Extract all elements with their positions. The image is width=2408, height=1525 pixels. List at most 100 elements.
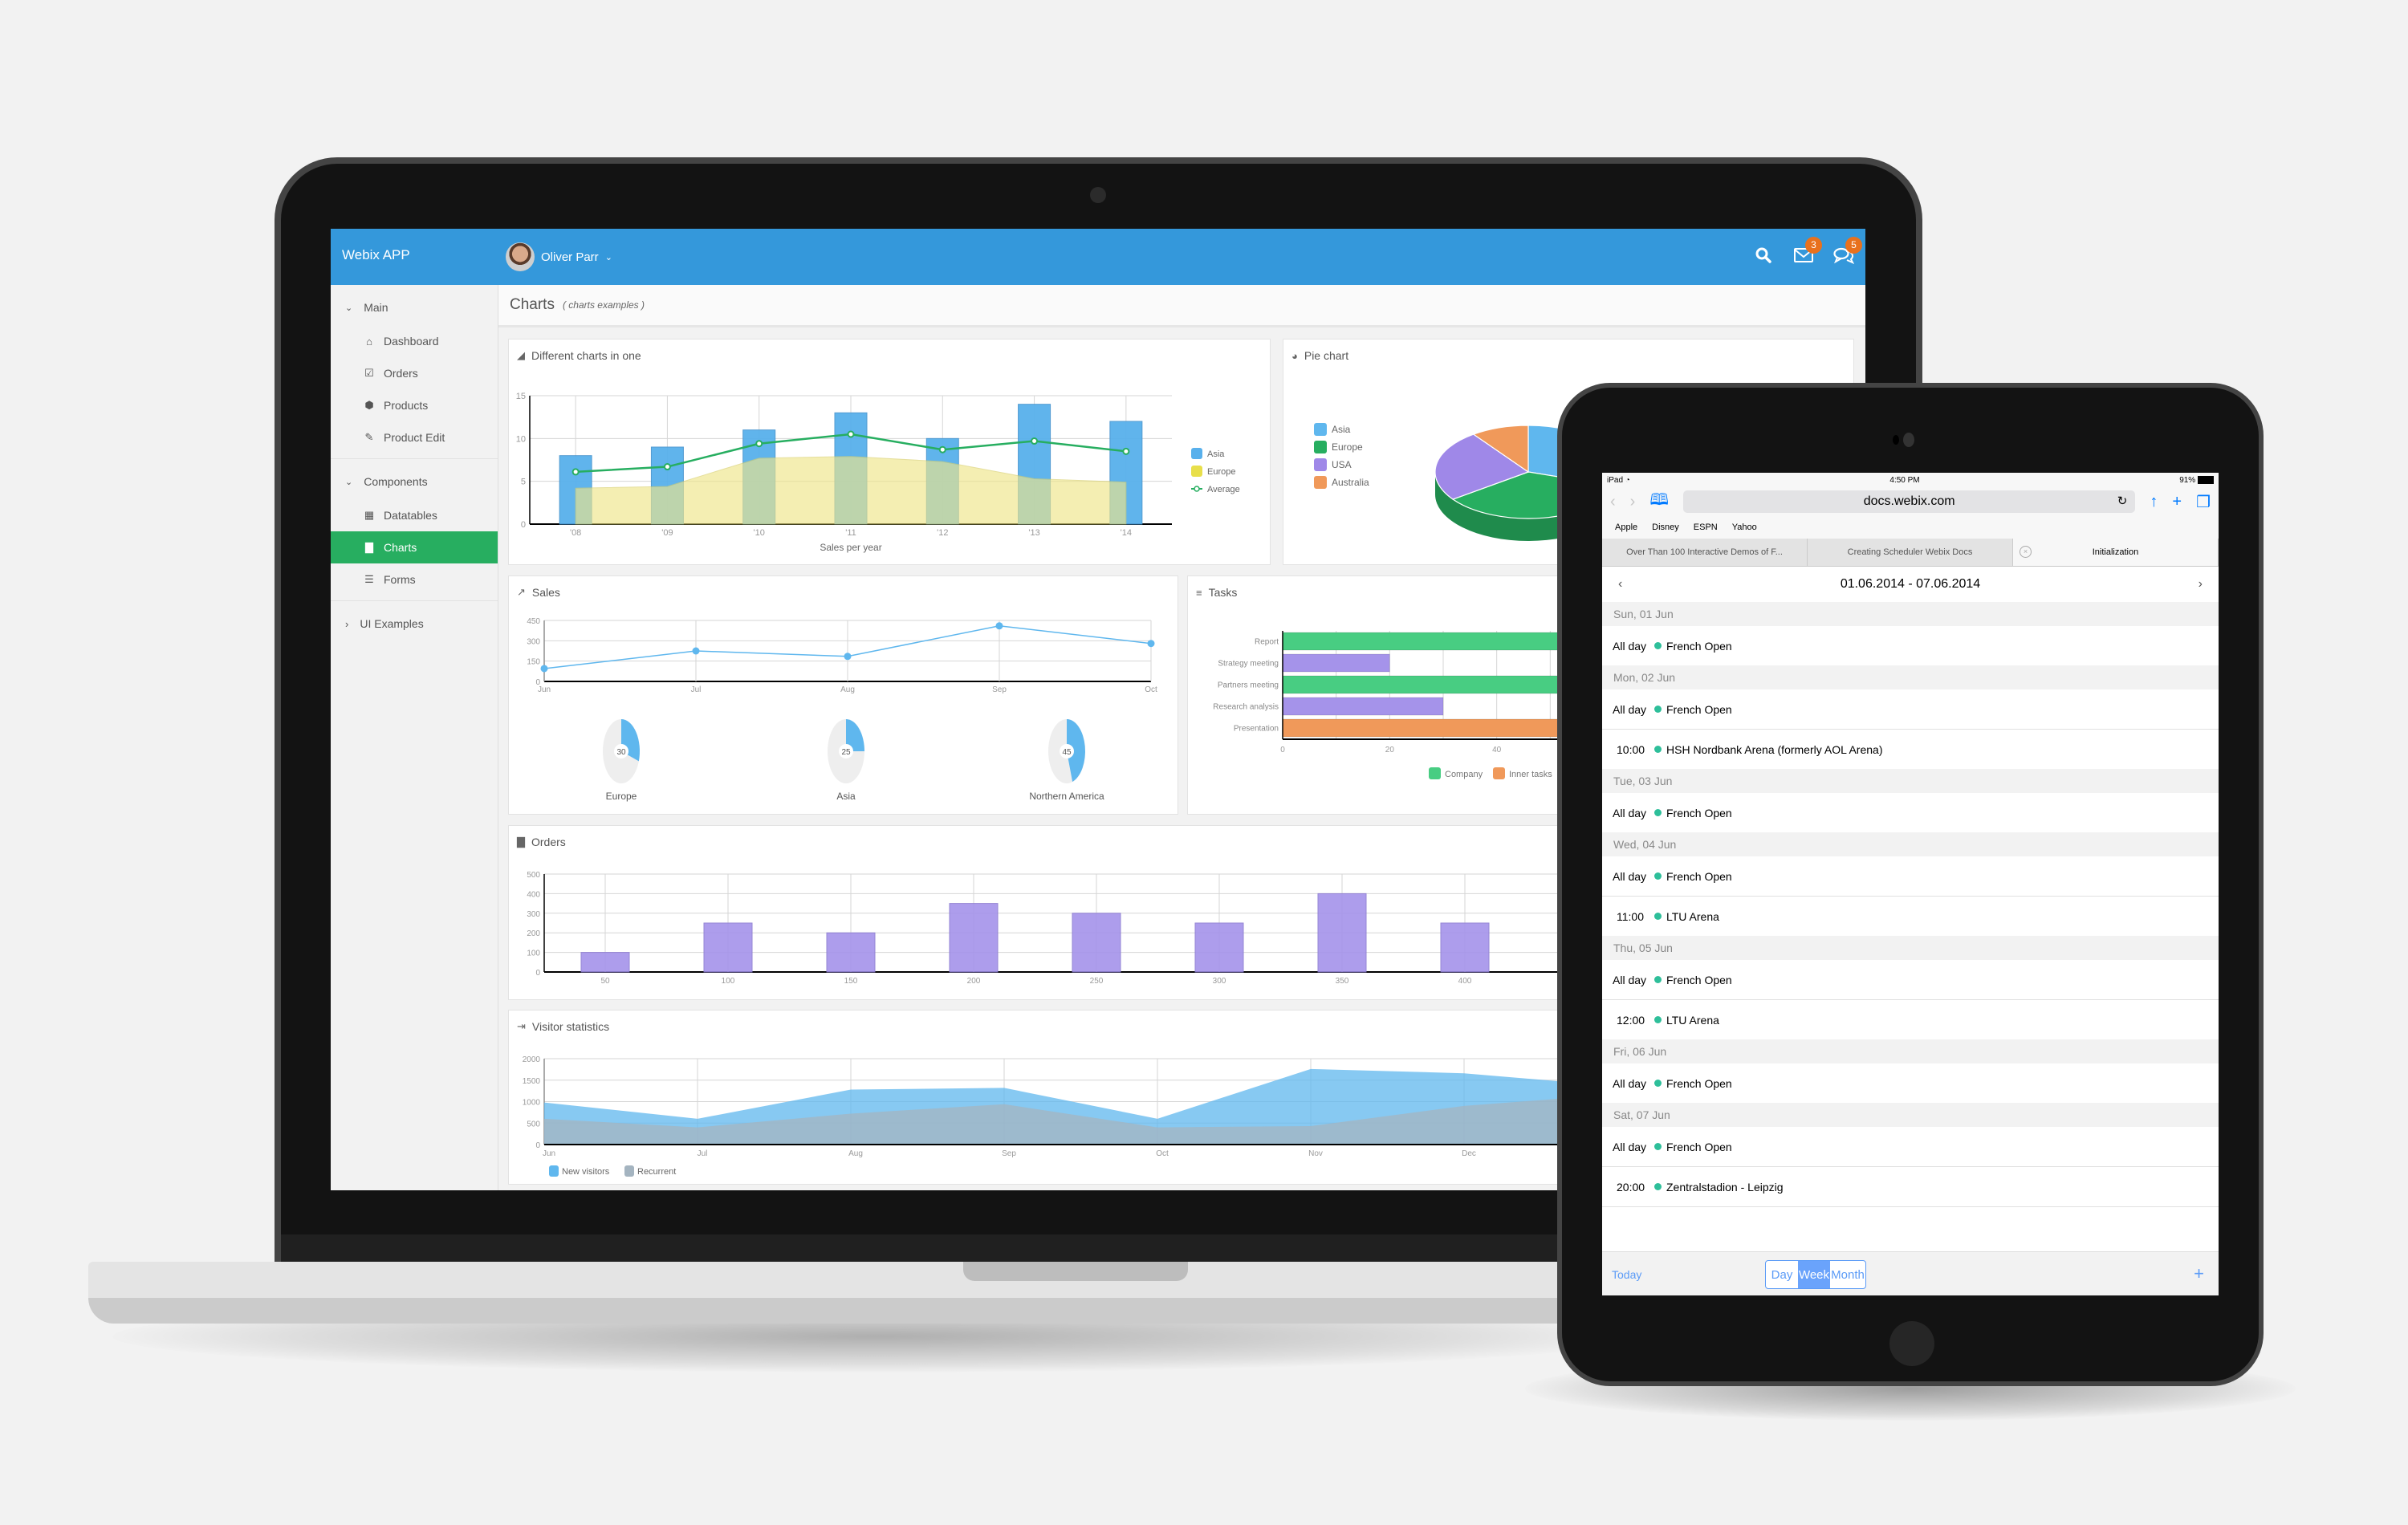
home-icon: ⌂ bbox=[366, 335, 372, 348]
card-title-text: Different charts in one bbox=[531, 349, 641, 362]
sidebar-item-charts[interactable]: ▇ Charts bbox=[331, 531, 498, 563]
event-item[interactable]: 12:00 LTU Arena bbox=[1602, 1000, 2219, 1039]
legend-swatch bbox=[624, 1165, 634, 1177]
sales-point bbox=[844, 653, 852, 661]
sidebar-group-components[interactable]: ⌄ Components bbox=[331, 464, 498, 499]
mail-button[interactable]: 3 bbox=[1793, 237, 1822, 266]
task-bar bbox=[1282, 697, 1444, 716]
sidebar-item-label: Orders bbox=[384, 367, 418, 380]
scheduler-list: Sun, 01 Jun All day French Open Mon, 02 Jun… bbox=[1602, 602, 2219, 1207]
form-icon: ☰ bbox=[364, 573, 374, 585]
forward-icon[interactable]: › bbox=[1630, 493, 1636, 511]
tab-label: Initialization bbox=[2092, 547, 2139, 557]
x-tick-label: 100 bbox=[722, 977, 735, 986]
view-week-button[interactable]: Week bbox=[1798, 1261, 1830, 1288]
view-month-button[interactable]: Month bbox=[1830, 1261, 1865, 1288]
event-time: All day bbox=[1613, 1140, 1647, 1153]
cube-icon: ⬢ bbox=[364, 399, 374, 411]
app-header: Webix APP Oliver Parr ⌄ 3 5 bbox=[331, 229, 1865, 285]
divider bbox=[331, 458, 498, 459]
sales-point bbox=[692, 647, 700, 655]
event-dot-icon bbox=[1654, 642, 1662, 649]
prev-week-icon[interactable]: ‹ bbox=[1618, 577, 1622, 592]
today-button[interactable]: Today bbox=[1612, 1268, 1641, 1281]
event-title: LTU Arena bbox=[1666, 909, 1719, 923]
x-tick-label: '12 bbox=[937, 528, 948, 538]
y-tick-label: 300 bbox=[527, 637, 540, 646]
point-average bbox=[1031, 437, 1039, 445]
user-menu[interactable]: Oliver Parr ⌄ bbox=[506, 242, 612, 271]
event-item[interactable]: 11:00 LTU Arena bbox=[1602, 897, 2219, 936]
x-tick-label: '08 bbox=[570, 528, 581, 538]
x-tick-label: 300 bbox=[1213, 977, 1226, 986]
sidebar-item-label: Datatables bbox=[384, 509, 437, 522]
laptop-notch bbox=[963, 1262, 1188, 1281]
x-tick-label: 250 bbox=[1090, 977, 1104, 986]
legend-marker bbox=[1194, 486, 1200, 492]
x-tick-label: 0 bbox=[1280, 746, 1285, 754]
app-title[interactable]: Webix APP bbox=[342, 247, 410, 263]
sidebar-item-datatables[interactable]: ▦ Datatables bbox=[331, 499, 498, 531]
view-day-button[interactable]: Day bbox=[1766, 1261, 1798, 1288]
status-bar: iPad ◔ 4:50 PM 91% bbox=[1602, 473, 2219, 487]
event-time: All day bbox=[1613, 973, 1647, 986]
home-button[interactable] bbox=[1889, 1321, 1934, 1366]
x-tick-label: 40 bbox=[1492, 746, 1502, 754]
sidebar-item-products[interactable]: ⬢ Products bbox=[331, 389, 498, 421]
event-item[interactable]: All day French Open bbox=[1602, 793, 2219, 832]
chat-button[interactable]: 5 bbox=[1833, 237, 1862, 266]
event-item[interactable]: All day French Open bbox=[1602, 1127, 2219, 1167]
y-tick-label: 0 bbox=[535, 969, 540, 978]
sidebar-item-product-edit[interactable]: ✎ Product Edit bbox=[331, 421, 498, 453]
event-item[interactable]: All day French Open bbox=[1602, 1063, 2219, 1103]
clock: 4:50 PM bbox=[1889, 475, 1920, 485]
sidebar-item-label: Forms bbox=[384, 573, 416, 586]
sidebar-group-main[interactable]: ⌄ Main bbox=[331, 290, 498, 325]
event-item[interactable]: All day French Open bbox=[1602, 689, 2219, 730]
y-tick-label: 450 bbox=[527, 617, 540, 626]
next-week-icon[interactable]: › bbox=[2199, 577, 2203, 592]
search-button[interactable] bbox=[1753, 245, 1774, 266]
bookmarks-icon[interactable]: 🕮 bbox=[1649, 488, 1669, 515]
date-range: 01.06.2014 - 07.06.2014 bbox=[1840, 577, 1981, 591]
sidebar-item-orders[interactable]: ☑ Orders bbox=[331, 357, 498, 389]
tabs-icon[interactable]: ❐ bbox=[2196, 492, 2211, 512]
event-item[interactable]: 20:00 Zentralstadion - Leipzig bbox=[1602, 1167, 2219, 1207]
event-item[interactable]: 10:00 HSH Nordbank Arena (formerly AOL Ar… bbox=[1602, 730, 2219, 769]
user-name: Oliver Parr bbox=[541, 250, 599, 264]
webcam-icon bbox=[1090, 187, 1106, 203]
close-tab-icon[interactable]: × bbox=[2020, 546, 2032, 558]
y-tick-label: Strategy meeting bbox=[1218, 660, 1279, 669]
header-actions: 3 5 bbox=[1753, 237, 1862, 266]
sidebar-group-ui-examples[interactable]: › UI Examples bbox=[331, 606, 498, 641]
browser-tab-active[interactable]: × Initialization bbox=[2013, 539, 2219, 566]
donut-center-label: 25 bbox=[841, 748, 851, 757]
order-bar bbox=[580, 952, 630, 973]
y-tick-label: 5 bbox=[521, 478, 526, 487]
sidebar-item-dashboard[interactable]: ⌂ Dashboard bbox=[331, 325, 498, 357]
bookmark-yahoo[interactable]: Yahoo bbox=[1732, 523, 1757, 532]
bookmarks-bar: Apple Disney ESPN Yahoo bbox=[1602, 516, 2219, 539]
area-chart-icon: ◢ bbox=[517, 349, 525, 361]
bookmark-apple[interactable]: Apple bbox=[1615, 523, 1637, 532]
point-average bbox=[847, 430, 855, 438]
browser-tab[interactable]: Creating Scheduler Webix Docs bbox=[1808, 539, 2013, 566]
back-icon[interactable]: ‹ bbox=[1610, 493, 1616, 511]
event-item[interactable]: All day French Open bbox=[1602, 856, 2219, 897]
event-item[interactable]: All day French Open bbox=[1602, 626, 2219, 665]
url-field[interactable]: docs.webix.com ↻ bbox=[1682, 490, 2136, 513]
sidebar-item-forms[interactable]: ☰ Forms bbox=[331, 563, 498, 596]
bookmark-espn[interactable]: ESPN bbox=[1694, 523, 1718, 532]
add-event-button[interactable]: + bbox=[2194, 1263, 2204, 1284]
legend-label: New visitors bbox=[562, 1167, 610, 1177]
browser-tab[interactable]: Over Than 100 Interactive Demos of F... bbox=[1602, 539, 1808, 566]
reload-icon[interactable]: ↻ bbox=[2117, 494, 2128, 508]
share-icon[interactable]: ↑ bbox=[2150, 493, 2158, 511]
view-switcher: Day Week Month bbox=[1765, 1260, 1866, 1289]
new-tab-icon[interactable]: + bbox=[2172, 493, 2182, 511]
y-tick-label: Research analysis bbox=[1213, 703, 1279, 712]
event-item[interactable]: All day French Open bbox=[1602, 960, 2219, 1000]
bookmark-disney[interactable]: Disney bbox=[1652, 523, 1679, 532]
card-title: ◕ Pie chart bbox=[1291, 349, 1348, 362]
scheduler-header: ‹ 01.06.2014 - 07.06.2014 › bbox=[1602, 567, 2219, 602]
